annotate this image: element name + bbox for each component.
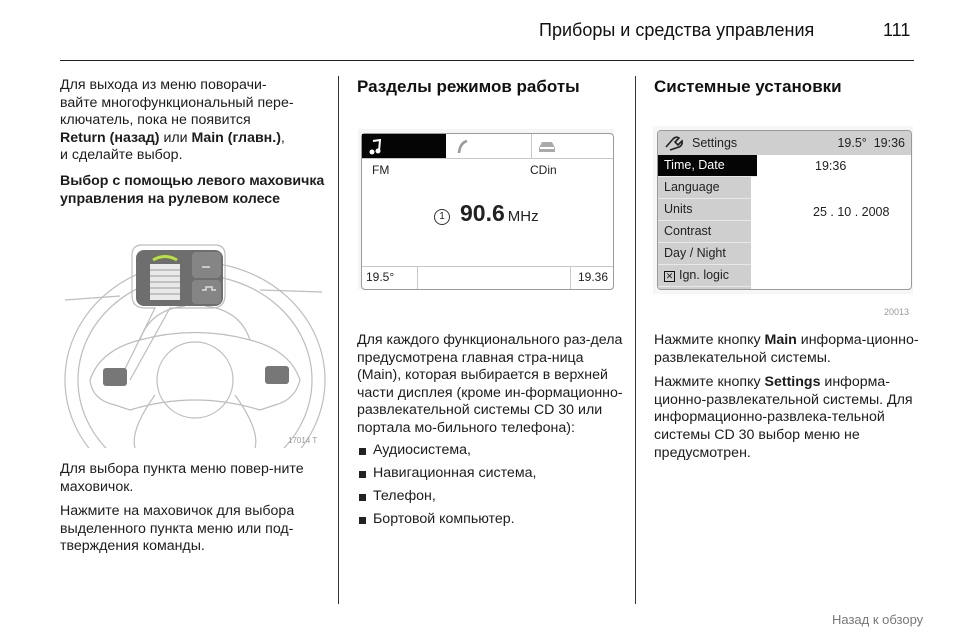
settings-header: Settings 19.5° 19:36 [658,131,911,155]
clock: 19.36 [577,270,608,284]
main-page-paragraph: Для каждого функционального раз-дела пре… [357,332,623,436]
list-item: Телефон, [357,488,627,506]
divider [417,267,418,289]
tab-vehicle[interactable] [531,134,613,159]
list-item: Аудиосистема, [357,442,627,460]
settings-title: Settings [692,136,738,150]
checkbox-icon[interactable]: ✕ [664,271,675,282]
column-divider [635,76,636,604]
subheading: Выбор с помощью левого маховичка управле… [60,172,325,207]
menu-item-language[interactable]: Language [658,177,751,199]
page-header-title: Приборы и средства управления [539,20,815,40]
menu-item-contrast[interactable]: Contrast [658,221,751,243]
music-note-icon [369,138,382,155]
settings-menu: Time, Date Language Units Contrast Day /… [658,155,757,289]
section-heading: Разделы режимов работы [357,77,580,96]
menu-item-ign-logic[interactable]: ✕ Ign. logic [658,265,751,287]
middle-heading-wrap: Разделы режимов работы [357,78,580,96]
status-bar: 19.5° 19.36 [362,266,613,289]
figure-code: 20013 [884,307,910,317]
divider [570,267,571,289]
source-cdin: CDin [530,163,557,177]
preset-number: 1 [434,209,450,225]
menu-item-time-date[interactable]: Time, Date [658,155,757,177]
left-column: Для выхода из меню поворачи- вайте много… [60,77,332,215]
car-icon [539,142,555,152]
turn-instruction: Для выбора пункта меню повер-ните махови… [60,461,304,495]
section-heading: Системные установки [654,77,842,96]
frequency-unit: MHz [507,208,539,225]
press-instruction: Нажмите на маховичок для выбора выделенн… [60,503,295,555]
page-number: 111 [883,20,911,40]
back-to-overview-link[interactable]: Назад к обзору [832,612,923,627]
function-list: Аудиосистема, Навигационная система, Тел… [357,442,627,529]
header-divider [60,60,914,61]
column-divider [338,76,339,604]
menu-item-units[interactable]: Units [658,199,751,221]
phone-icon [457,139,468,154]
left-column-lower: Для выбора пункта меню повер-ните махови… [60,461,332,563]
menu-item-day-night[interactable]: Day / Night [658,243,751,265]
wrench-icon [665,136,683,151]
source-fm: FM [372,163,390,177]
time-value: 19:36 [815,159,847,173]
right-column-body: Нажмите кнопку Main информа-ционно-развл… [654,332,919,469]
temperature: 19.5° [366,270,395,284]
settings-button-paragraph: Нажмите кнопку Settings информа-ционно-р… [654,374,913,461]
list-item: Навигационная система, [357,465,627,483]
radio-display: FM CDin 1 90.6 MHz 19.5° 19.36 [361,133,614,290]
settings-display: Settings 19.5° 19:36 Time, Date Language… [657,130,912,290]
frequency-value: 90.6 [460,200,505,226]
right-heading-wrap: Системные установки [654,78,842,96]
steering-wheel-illustration: 17014 T [60,240,330,499]
frequency-readout: 1 90.6 MHz [434,200,539,227]
date-value: 25 . 10 . 2008 [813,205,890,219]
header-status: 19.5° 19:36 [837,136,905,150]
tab-audio[interactable] [362,134,446,159]
main-label: Main (главн.) [191,129,281,146]
main-button-paragraph: Нажмите кнопку Main информа-ционно-развл… [654,332,919,366]
tab-phone[interactable] [446,134,532,159]
figure-code: 17014 T [288,436,318,445]
list-item: Бортовой компьютер. [357,511,627,529]
return-label: Return (назад) [60,129,160,146]
middle-column-body: Для каждого функционального раз-дела пре… [357,332,627,534]
intro-paragraph: Для выхода из меню поворачи- вайте много… [60,77,294,164]
